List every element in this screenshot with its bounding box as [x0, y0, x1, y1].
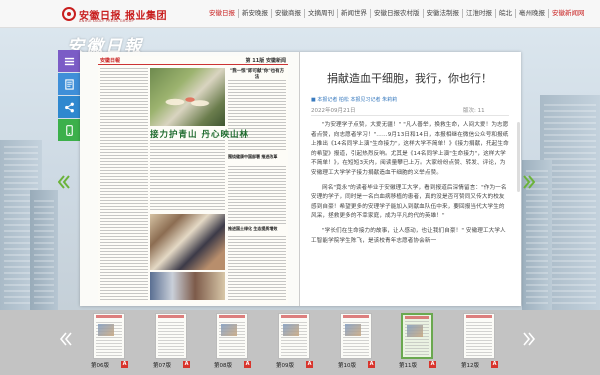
brand-subtitle: ANHUI DAILY PRESS GROUP	[79, 19, 134, 23]
tool-sidebar	[58, 50, 80, 142]
text-column[interactable]	[150, 140, 225, 210]
page-thumbnail-strip: 第06版 A 第07版 A 第08版 A 第09版 A 第10版 A 第11版 …	[0, 310, 600, 375]
paper-link-anhui-business[interactable]: 安徽商报	[272, 9, 305, 18]
thumbnail-label: 第12版	[461, 363, 479, 369]
page-header: 安徽日報 第 11版 安徽新闻	[98, 56, 288, 65]
thumbnail-page-07[interactable]: 第07版 A	[153, 313, 190, 371]
page-section-label: 第 11版 安徽新闻	[245, 58, 286, 64]
section-badge: A	[244, 361, 251, 368]
paper-link-legal-daily[interactable]: 安徽法制报	[424, 9, 463, 18]
thumbnail-label: 第09版	[276, 363, 294, 369]
thumbnail-label: 第10版	[338, 363, 356, 369]
thumbnail-page-06[interactable]: 第06版 A	[91, 313, 128, 371]
article-scrollbar[interactable]	[517, 122, 520, 192]
article-date: 2022年09月21日	[311, 108, 356, 114]
thumbnails-prev-button[interactable]	[58, 328, 74, 350]
previous-page-button[interactable]	[57, 173, 71, 191]
paper-link-digest-weekly[interactable]: 文摘周刊	[305, 9, 338, 18]
thumbnail-page-11[interactable]: 第11版 A	[399, 313, 436, 371]
divider	[311, 115, 509, 116]
menu-button[interactable]	[58, 50, 80, 72]
newspaper-page: 安徽日報 第 11版 安徽新闻 "我一惊"即可献"你"也有方法 接力护青山 丹心…	[98, 56, 288, 304]
paper-link-wanbei[interactable]: 皖北	[496, 9, 516, 18]
text-column[interactable]	[100, 68, 148, 300]
article-byline: ■ 本报记者 柏松 本报见习记者 朱莉莉	[311, 97, 398, 103]
event-photo[interactable]	[150, 272, 225, 300]
page-subheading[interactable]: 推进国土绿化 生态提质增效	[228, 226, 286, 232]
next-page-button[interactable]	[522, 173, 536, 191]
double-chevron-right-icon	[523, 175, 535, 189]
text-column[interactable]	[228, 164, 286, 224]
top-bar: 安徽日报 报业集团 ANHUI DAILY PRESS GROUP 安徽日报 新…	[0, 0, 600, 28]
thumbnail-label: 第11版	[399, 363, 417, 369]
paper-link-bozhou-evening[interactable]: 亳州晚报	[516, 9, 549, 18]
page-headline[interactable]: 接力护青山 丹心映山林	[150, 128, 280, 140]
article-edition: 版次: 11	[463, 108, 485, 114]
section-badge: A	[121, 361, 128, 368]
share-icon	[64, 102, 74, 112]
double-chevron-left-icon	[58, 175, 70, 189]
article-paragraph: "为安理学子点赞，大爱无疆！" "凡人善举，换救生命，人间大爱！为志愿者点赞，向…	[311, 122, 509, 176]
double-chevron-left-icon	[59, 332, 72, 346]
double-chevron-right-icon	[523, 332, 536, 346]
newspaper-viewer: 安徽日報 第 11版 安徽新闻 "我一惊"即可献"你"也有方法 接力护青山 丹心…	[80, 52, 521, 306]
article-paragraph: "学长们在生命接力的故事，让人感动，也让我们自豪！" 安徽理工大学人工智能学院学…	[311, 227, 506, 244]
press-group-logo-icon	[62, 7, 76, 21]
newspaper-page-image[interactable]: 安徽日報 第 11版 安徽新闻 "我一惊"即可献"你"也有方法 接力护青山 丹心…	[80, 52, 300, 306]
section-badge: A	[368, 361, 375, 368]
paper-link-rural-edition[interactable]: 安徽日报农村版	[371, 9, 424, 18]
paper-link-xinan-evening[interactable]: 新安晚报	[239, 9, 272, 18]
article-body: "为安理学子点赞，大爱无疆！" "凡人善举，换救生命，人间大爱！为志愿者点赞，向…	[311, 121, 509, 251]
article-title: 捐献造血干细胞，我行，你也行！	[327, 72, 492, 85]
thumbnail-page-12[interactable]: 第12版 A	[461, 313, 498, 371]
thumbnail-label: 第08版	[214, 363, 232, 369]
brand-logo[interactable]: 安徽日报 报业集团 ANHUI DAILY PRESS GROUP	[62, 5, 167, 23]
article-paragraph: 网名"竟永"的读者毕业于安徽理工大学，看到报道后深情留言："作为一名安理的学子，…	[311, 184, 507, 220]
paper-link-anhui-daily[interactable]: 安徽日报	[206, 9, 239, 18]
background-building	[30, 190, 58, 310]
section-badge: A	[429, 361, 436, 368]
page-paper-name: 安徽日報	[100, 58, 121, 64]
paper-nav: 安徽日报 新安晚报 安徽商报 文摘周刊 新闻世界 安徽日报农村版 安徽法制报 江…	[206, 9, 588, 18]
thumbnails-next-button[interactable]	[521, 328, 537, 350]
thumbnail-label: 第07版	[153, 363, 171, 369]
mobile-icon	[65, 124, 73, 136]
share-button[interactable]	[58, 96, 80, 118]
mobile-button[interactable]	[58, 119, 80, 141]
page-subheading[interactable]: 围绕健康中国部署 推进改革	[228, 154, 286, 160]
article-panel: 捐献造血干细胞，我行，你也行！ ■ 本报记者 柏松 本报见习记者 朱莉莉 202…	[301, 52, 521, 306]
menu-icon	[64, 57, 74, 65]
thumbnail-page-09[interactable]: 第09版 A	[276, 313, 313, 371]
thumbnail-page-08[interactable]: 第08版 A	[214, 313, 251, 371]
paper-link-anhui-news-web[interactable]: 安徽新闻网	[549, 9, 588, 18]
forest-photo[interactable]	[150, 68, 225, 126]
section-badge: A	[491, 361, 498, 368]
thumbnail-page-10[interactable]: 第10版 A	[338, 313, 375, 371]
document-icon	[64, 78, 74, 90]
paper-link-jianghuai-times[interactable]: 江淮时报	[463, 9, 496, 18]
section-badge: A	[306, 361, 313, 368]
paper-link-news-world[interactable]: 新闻世界	[338, 9, 371, 18]
text-column[interactable]	[228, 234, 286, 300]
section-badge: A	[183, 361, 190, 368]
thumbnail-label: 第06版	[91, 363, 109, 369]
document-button[interactable]	[58, 73, 80, 95]
group-photo[interactable]	[150, 214, 225, 270]
